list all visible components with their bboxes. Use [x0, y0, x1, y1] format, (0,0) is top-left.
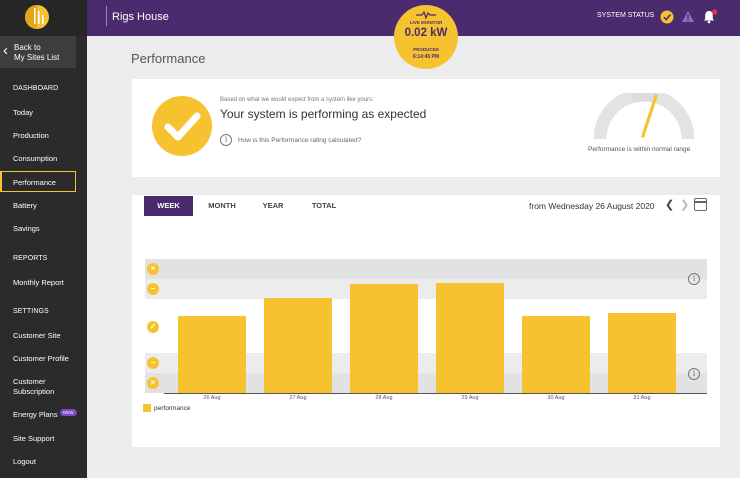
logo-area: [0, 0, 87, 36]
logo-icon: [25, 5, 49, 29]
site-name: Rigs House: [106, 6, 169, 26]
bar-0[interactable]: [178, 316, 246, 393]
x-circle-icon: ×: [147, 263, 159, 275]
sidebar-item-consumption[interactable]: Consumption: [13, 154, 57, 163]
sidebar-item-monthly-report[interactable]: Monthly Report: [13, 278, 64, 287]
minus-circle-icon: –: [147, 357, 159, 369]
x-circle-icon: ×: [147, 377, 159, 389]
big-check-icon: [152, 96, 212, 156]
sidebar-item-customer-profile[interactable]: Customer Profile: [13, 354, 69, 363]
bar-4[interactable]: [522, 316, 590, 393]
band-far-above: [145, 259, 707, 279]
bar-1[interactable]: [264, 298, 332, 393]
x-tick-label: 28 Aug: [375, 395, 393, 401]
band-above: [145, 279, 707, 299]
pulse-icon: [416, 11, 436, 19]
sidebar-item-energy-plans[interactable]: Energy Plans: [13, 410, 58, 419]
check-small-icon: ✓: [147, 321, 159, 333]
sidebar-item-battery[interactable]: Battery: [13, 201, 37, 210]
legend-label: performance: [154, 405, 191, 412]
sidebar-item-production[interactable]: Production: [13, 131, 49, 140]
live-monitor-label: LIVE MONITOR: [409, 20, 443, 25]
section-settings: SETTINGS: [13, 308, 49, 315]
produced-time: 6:14:45 PM: [412, 54, 440, 60]
how-calculated-link[interactable]: How is this Performance rating calculate…: [238, 137, 361, 144]
page-title: Performance: [131, 51, 206, 66]
minus-circle-icon: –: [147, 283, 159, 295]
legend-swatch: [143, 404, 151, 412]
back-label: Back to My Sites List: [14, 43, 60, 62]
section-reports: REPORTS: [13, 255, 48, 262]
info-icon[interactable]: i: [220, 134, 232, 146]
gauge-icon: [594, 93, 694, 140]
warning-icon[interactable]: [681, 10, 695, 23]
live-monitor-badge[interactable]: LIVE MONITOR 0.02 kW PRODUCED 6:14:45 PM: [394, 5, 458, 69]
sidebar-item-logout[interactable]: Logout: [13, 457, 36, 466]
x-axis: [164, 393, 707, 394]
x-tick-label: 27 Aug: [289, 395, 307, 401]
calendar-icon[interactable]: [694, 198, 707, 211]
info-icon[interactable]: i: [688, 273, 700, 285]
tab-month[interactable]: MONTH: [203, 196, 241, 216]
bar-5[interactable]: [608, 313, 676, 393]
section-dashboard: DASHBOARD: [13, 85, 59, 92]
tab-total[interactable]: TOTAL: [308, 196, 340, 216]
sidebar-item-customer-subscription[interactable]: Customer Subscription: [13, 377, 54, 397]
chevron-left-icon[interactable]: ❮: [665, 198, 674, 211]
x-tick-label: 29 Aug: [461, 395, 479, 401]
bar-2[interactable]: [350, 284, 418, 393]
live-monitor-value: 0.02 kW: [404, 27, 448, 39]
basis-text: Based on what we would expect from a sys…: [220, 97, 374, 103]
system-status-label: SYSTEM STATUS: [597, 12, 655, 19]
sidebar-item-performance[interactable]: Performance: [13, 178, 56, 187]
bell-icon[interactable]: [702, 9, 718, 24]
sidebar-item-site-support[interactable]: Site Support: [13, 434, 54, 443]
gauge-label: Performance is within normal range: [588, 146, 691, 153]
bar-3[interactable]: [436, 283, 504, 393]
sidebar-item-savings[interactable]: Savings: [13, 224, 40, 233]
produced-label: PRODUCED: [413, 47, 439, 52]
chevron-left-icon: ‹: [3, 42, 8, 59]
chevron-right-icon[interactable]: ❯: [680, 198, 689, 211]
date-range-label: from Wednesday 26 August 2020: [529, 201, 655, 211]
sidebar: [0, 0, 87, 478]
tab-year[interactable]: YEAR: [258, 196, 288, 216]
performance-headline: Your system is performing as expected: [220, 107, 427, 121]
x-tick-label: 30 Aug: [547, 395, 565, 401]
back-to-sites-button[interactable]: ‹ Back to My Sites List: [0, 36, 76, 68]
tab-week[interactable]: WEEK: [144, 196, 193, 216]
sidebar-item-customer-site[interactable]: Customer Site: [13, 331, 61, 340]
new-badge: NEW: [60, 409, 77, 416]
info-icon[interactable]: i: [688, 368, 700, 380]
check-circle-icon[interactable]: [660, 10, 674, 24]
x-tick-label: 31 Aug: [633, 395, 651, 401]
sidebar-item-today[interactable]: Today: [13, 108, 33, 117]
x-tick-label: 26 Aug: [203, 395, 221, 401]
